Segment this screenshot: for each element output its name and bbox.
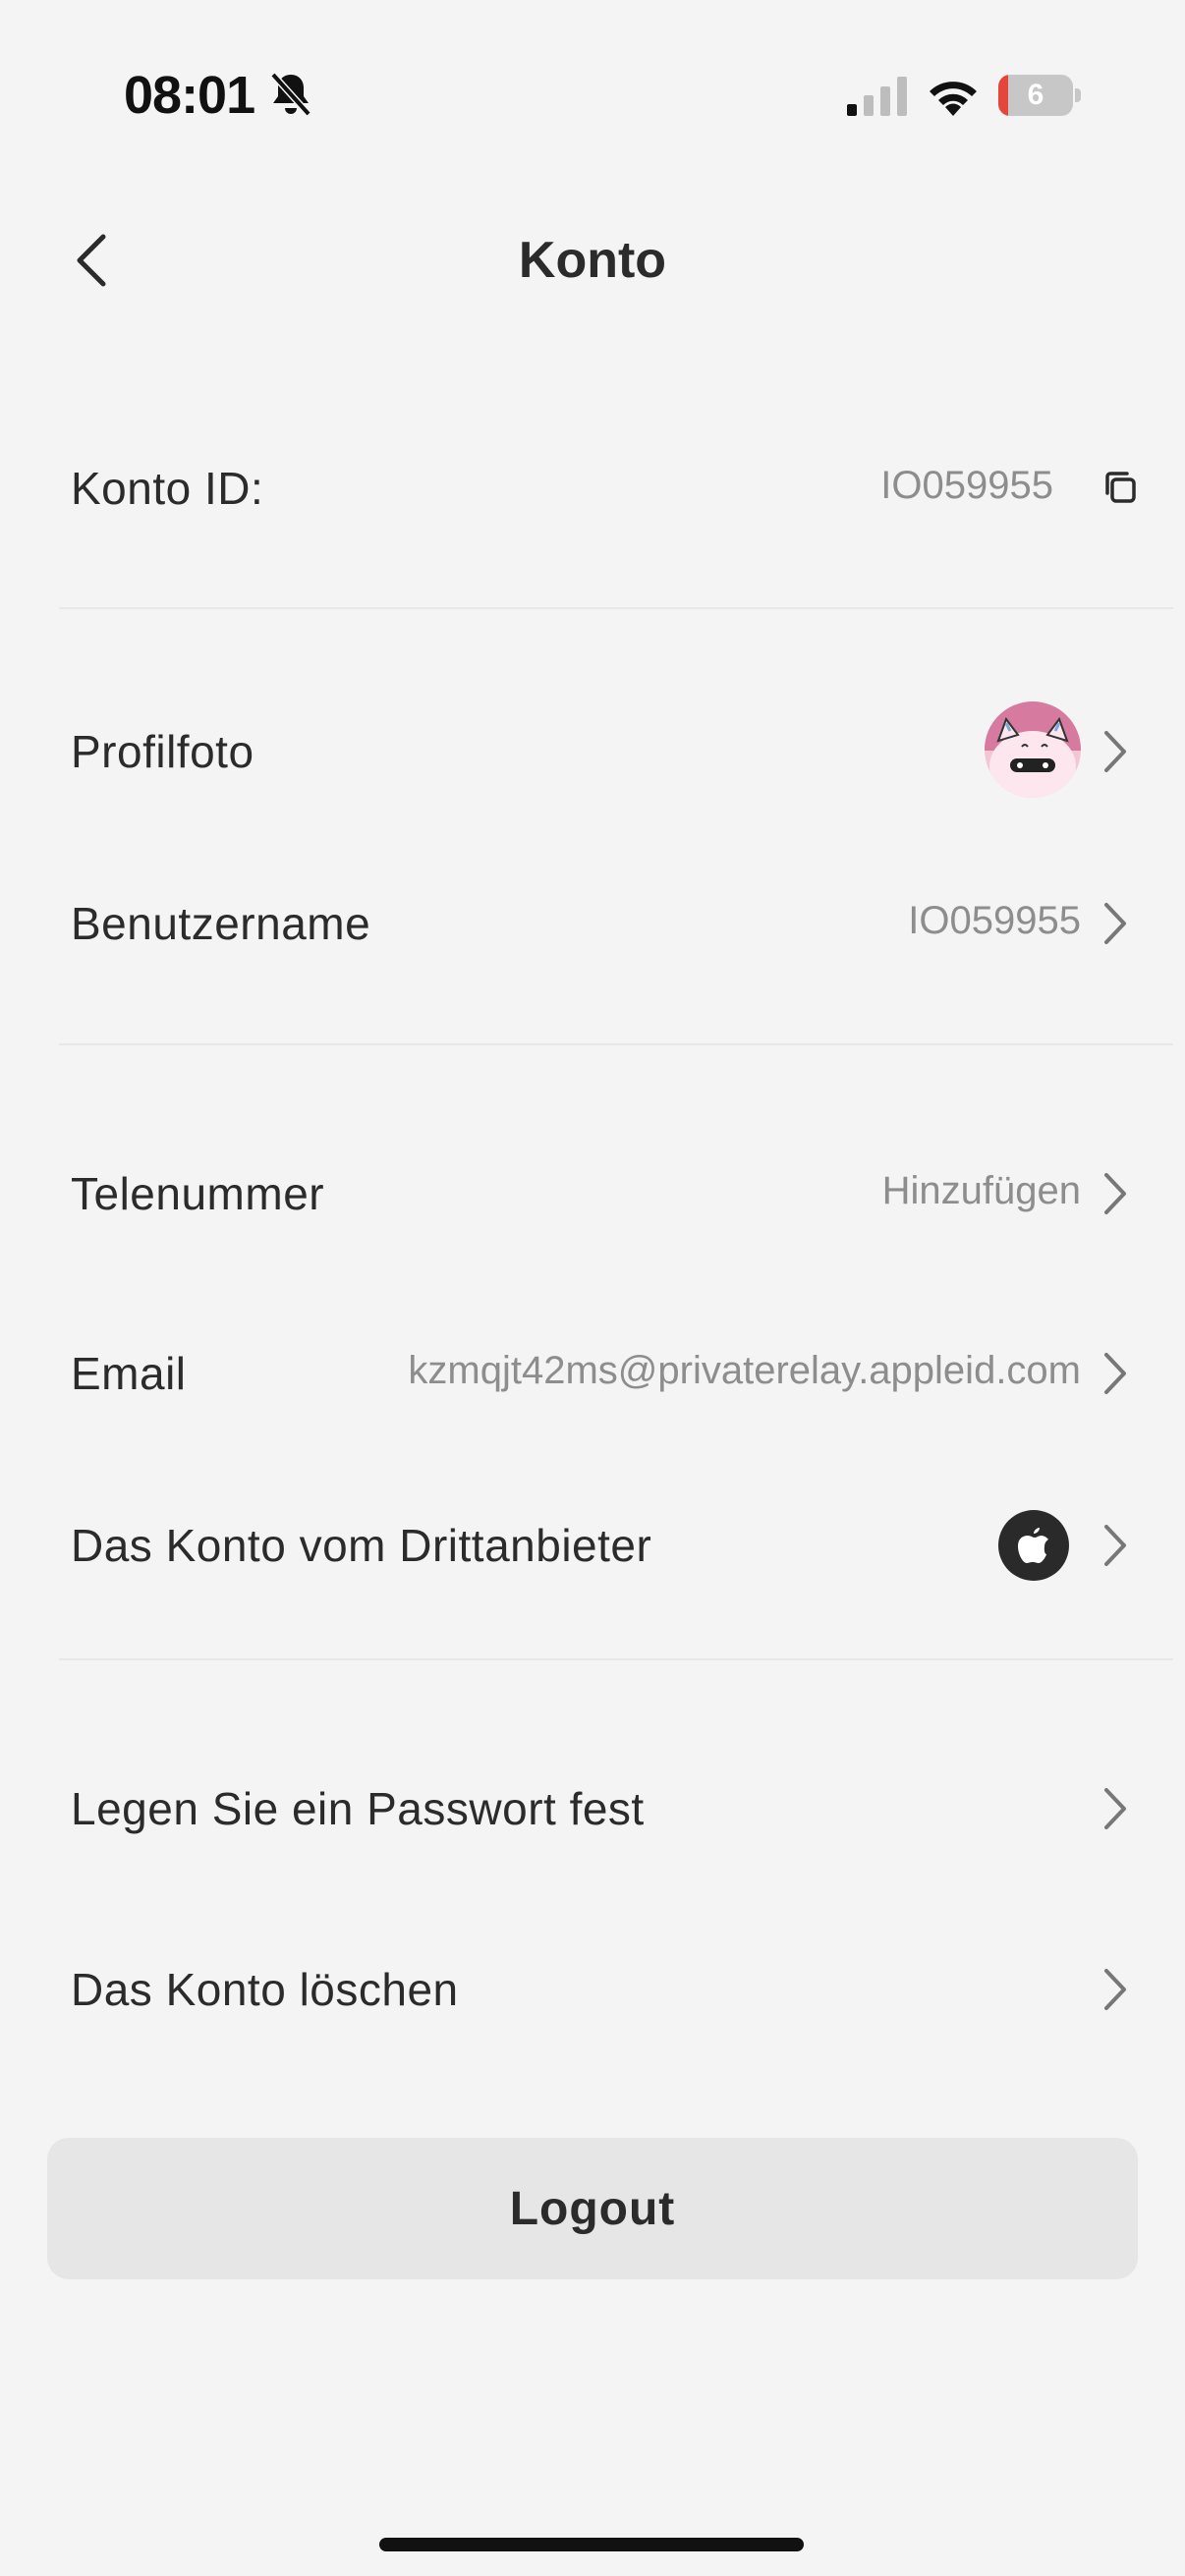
chevron-right-icon <box>1104 731 1126 772</box>
phone-label: Telenummer <box>71 1168 325 1219</box>
battery-level: 6 <box>1027 79 1044 111</box>
email-label: Email <box>71 1348 187 1399</box>
chevron-right-icon <box>1104 1353 1126 1394</box>
set-password-label: Legen Sie ein Passwort fest <box>71 1783 645 1834</box>
logout-button[interactable]: Logout <box>47 2138 1138 2279</box>
divider <box>59 607 1173 609</box>
divider <box>59 1658 1173 1660</box>
chevron-right-icon <box>1104 1969 1126 2010</box>
chevron-right-icon <box>1104 903 1126 944</box>
delete-account-label: Das Konto löschen <box>71 1964 459 2015</box>
battery-icon: 6 <box>998 75 1081 116</box>
apple-logo-icon <box>998 1510 1069 1581</box>
profile-photo-label: Profilfoto <box>71 726 254 777</box>
phone-row[interactable]: Telenummer Hinzufügen <box>0 1130 1185 1258</box>
wifi-icon <box>930 82 977 116</box>
home-indicator[interactable] <box>379 2538 804 2551</box>
status-bar: 08:01 6 <box>0 0 1185 147</box>
copy-icon[interactable] <box>1100 468 1140 507</box>
third-party-label: Das Konto vom Drittanbieter <box>71 1520 652 1571</box>
divider <box>59 1043 1173 1045</box>
phone-value: Hinzufügen <box>881 1169 1081 1212</box>
account-id-label: Konto ID: <box>71 463 264 514</box>
chevron-right-icon <box>1104 1525 1126 1566</box>
cellular-signal-icon <box>847 77 907 116</box>
username-label: Benutzername <box>71 898 371 949</box>
account-id-row: Konto ID: IO059955 <box>0 432 1185 540</box>
status-time: 08:01 <box>124 66 255 125</box>
delete-account-row[interactable]: Das Konto löschen <box>0 1926 1185 2053</box>
email-value: kzmqjt42ms@privaterelay.appleid.com <box>408 1349 1081 1392</box>
nav-header: Konto <box>0 196 1185 324</box>
bell-slash-icon <box>270 72 311 117</box>
username-row[interactable]: Benutzername IO059955 <box>0 860 1185 987</box>
chevron-right-icon <box>1104 1788 1126 1829</box>
email-row[interactable]: Email kzmqjt42ms@privaterelay.appleid.co… <box>0 1310 1185 1437</box>
chevron-right-icon <box>1104 1173 1126 1214</box>
account-screen: 08:01 6 Konto Konto ID: IO059955 Profilf… <box>0 0 1185 2576</box>
page-title: Konto <box>518 232 667 289</box>
username-value: IO059955 <box>908 899 1081 942</box>
account-id-value: IO059955 <box>880 464 1053 507</box>
set-password-row[interactable]: Legen Sie ein Passwort fest <box>0 1745 1185 1873</box>
avatar[interactable] <box>985 701 1081 798</box>
